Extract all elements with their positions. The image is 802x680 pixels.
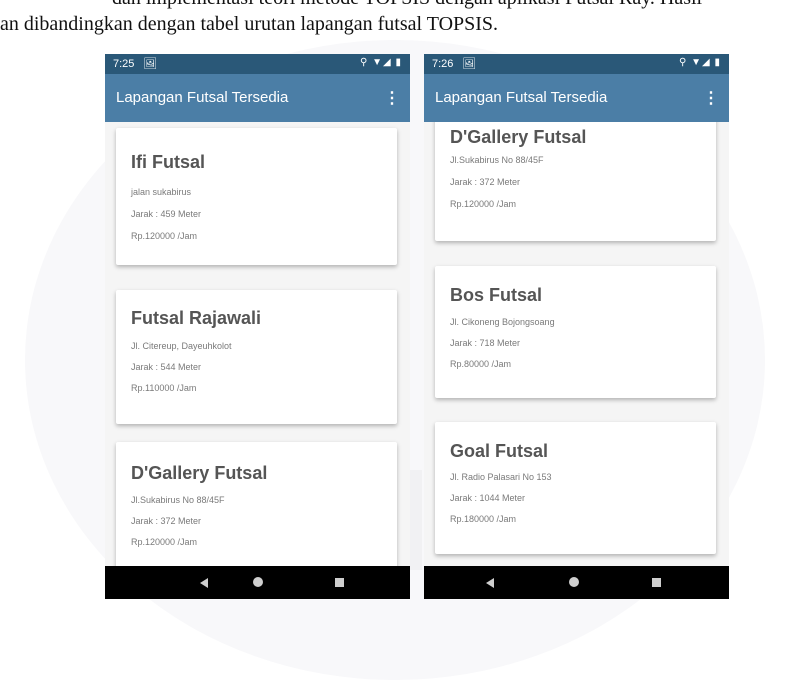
venue-address: jalan sukabirus	[131, 187, 192, 197]
venue-distance: Jarak : 372 Meter	[131, 516, 202, 526]
status-bar: 7:26 🖼 ⚲ ▼◢ ▮	[424, 54, 729, 74]
background-watermark-bar	[408, 470, 422, 570]
phone-screenshot-right: 7:26 🖼 ⚲ ▼◢ ▮ Lapangan Futsal Tersedia ⋮…	[424, 54, 729, 599]
venue-price: Rp.120000 /Jam	[131, 537, 198, 547]
venue-price: Rp.80000 /Jam	[450, 359, 512, 369]
overflow-menu-icon[interactable]: ⋮	[703, 88, 719, 108]
system-nav-bar	[105, 566, 410, 599]
image-notification-icon: 🖼	[462, 58, 476, 70]
venue-card[interactable]: D'Gallery Futsal Jl.Sukabirus No 88/45F …	[116, 442, 397, 566]
venue-list[interactable]: Ifi Futsal jalan sukabirus Jarak : 459 M…	[105, 122, 410, 566]
venue-distance: Jarak : 718 Meter	[450, 338, 521, 348]
venue-card[interactable]: Futsal Rajawali Jl. Citereup, Dayeuhkolo…	[116, 290, 397, 424]
venue-name: Goal Futsal	[450, 441, 549, 461]
overflow-menu-icon[interactable]: ⋮	[384, 88, 400, 108]
venue-price: Rp.120000 /Jam	[450, 199, 517, 209]
venue-distance: Jarak : 459 Meter	[131, 209, 202, 219]
home-icon[interactable]	[569, 577, 579, 587]
venue-card[interactable]: Bos Futsal Jl. Cikoneng Bojongsoang Jara…	[435, 266, 716, 398]
venue-address: Jl. Radio Palasari No 153	[450, 472, 552, 482]
app-bar: Lapangan Futsal Tersedia ⋮	[105, 74, 410, 122]
caption-line-2: an dibandingkan dengan tabel urutan lapa…	[0, 13, 499, 35]
venue-name: Ifi Futsal	[131, 152, 206, 172]
venue-name: Futsal Rajawali	[131, 308, 262, 328]
back-icon[interactable]	[200, 578, 208, 588]
venue-distance: Jarak : 544 Meter	[131, 362, 202, 372]
phone-screenshot-left: 7:25 🖼 ⚲ ▼◢ ▮ Lapangan Futsal Tersedia ⋮…	[105, 54, 410, 599]
venue-price: Rp.180000 /Jam	[450, 514, 517, 524]
app-title: Lapangan Futsal Tersedia	[116, 89, 289, 106]
status-icons: ⚲ ▼◢ ▮	[360, 57, 402, 68]
venue-distance: Jarak : 1044 Meter	[450, 493, 526, 503]
venue-address: Jl. Citereup, Dayeuhkolot	[131, 341, 232, 351]
home-icon[interactable]	[253, 577, 263, 587]
venue-name: D'Gallery Futsal	[131, 463, 268, 483]
recents-icon[interactable]	[652, 578, 661, 587]
caption-line-1: dan implementasi teori metode TOPSIS den…	[112, 0, 702, 10]
venue-card[interactable]: D'Gallery Futsal Jl.Sukabirus No 88/45F …	[435, 122, 716, 241]
venue-address: Jl.Sukabirus No 88/45F	[450, 155, 544, 165]
status-icons: ⚲ ▼◢ ▮	[679, 57, 721, 68]
venue-price: Rp.110000 /Jam	[131, 383, 197, 393]
image-notification-icon: 🖼	[143, 58, 157, 70]
venue-card[interactable]: Ifi Futsal jalan sukabirus Jarak : 459 M…	[116, 128, 397, 265]
venue-card[interactable]: Goal Futsal Jl. Radio Palasari No 153 Ja…	[435, 422, 716, 554]
recents-icon[interactable]	[335, 578, 344, 587]
venue-address: Jl.Sukabirus No 88/45F	[131, 495, 225, 505]
venue-price: Rp.120000 /Jam	[131, 231, 198, 241]
app-title: Lapangan Futsal Tersedia	[435, 89, 608, 106]
venue-name: D'Gallery Futsal	[450, 127, 587, 147]
venue-name: Bos Futsal	[450, 285, 543, 305]
back-icon[interactable]	[486, 578, 494, 588]
status-time: 7:26	[432, 58, 454, 70]
status-bar: 7:25 🖼 ⚲ ▼◢ ▮	[105, 54, 410, 74]
status-time: 7:25	[113, 58, 135, 70]
system-nav-bar	[424, 566, 729, 599]
venue-address: Jl. Cikoneng Bojongsoang	[450, 317, 555, 327]
document-caption: dan implementasi teori metode TOPSIS den…	[0, 0, 802, 48]
venue-list[interactable]: D'Gallery Futsal Jl.Sukabirus No 88/45F …	[424, 122, 729, 566]
app-bar: Lapangan Futsal Tersedia ⋮	[424, 74, 729, 122]
venue-distance: Jarak : 372 Meter	[450, 177, 521, 187]
